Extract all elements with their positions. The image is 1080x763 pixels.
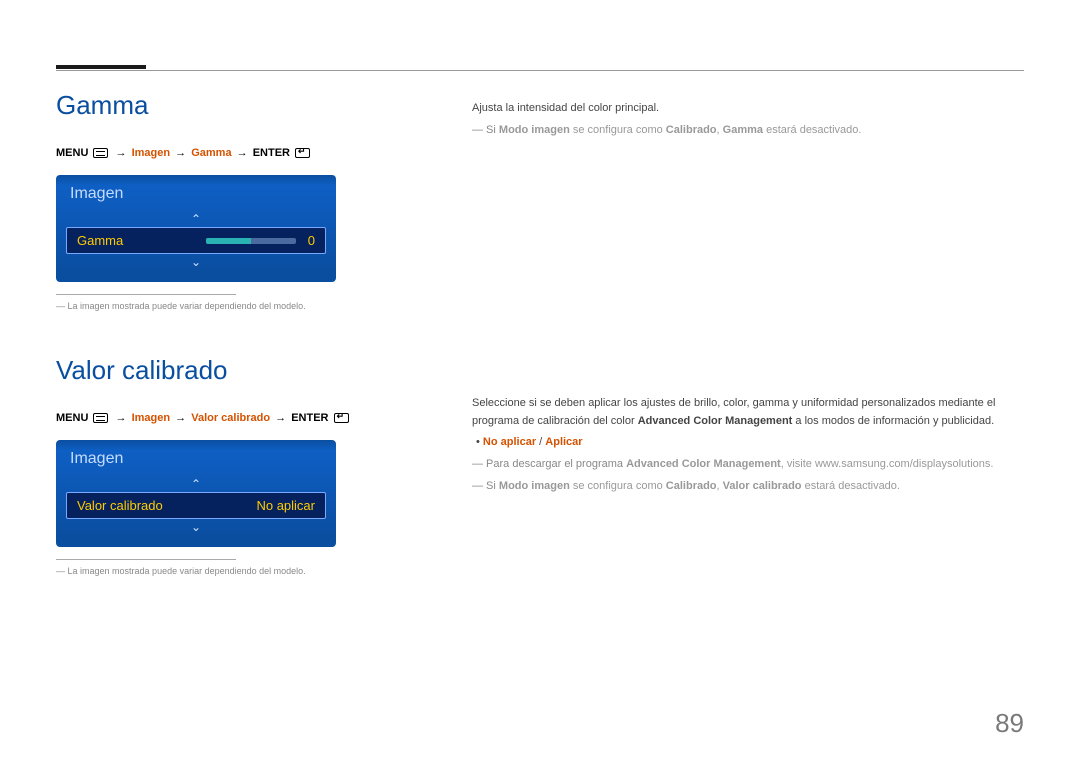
note-bold: Modo imagen <box>499 480 570 492</box>
osd-row-label: Valor calibrado <box>77 498 163 513</box>
section-title-valor: Valor calibrado <box>56 355 386 386</box>
breadcrumb-valor: MENU → Imagen → Valor calibrado → ENTER <box>56 412 386 424</box>
breadcrumb-step: Gamma <box>191 147 231 159</box>
osd-title: Imagen <box>66 448 326 476</box>
footnote-rule <box>56 294 236 295</box>
footnote-text: ― La imagen mostrada puede variar depend… <box>56 566 386 576</box>
menu-label: MENU <box>56 412 88 424</box>
note-bold: Gamma <box>723 124 763 136</box>
osd-row-value: 0 <box>308 233 315 248</box>
desc-bold: Advanced Color Management <box>638 415 793 427</box>
arrow-icon: → <box>173 412 188 424</box>
thick-accent-rule <box>56 65 146 69</box>
right-column: Ajusta la intensidad del color principal… <box>472 60 1024 576</box>
arrow-icon: → <box>114 412 129 424</box>
desc-text: a los modos de información y publicidad. <box>792 415 994 427</box>
osd-title: Imagen <box>66 183 326 211</box>
note-bold: Calibrado <box>666 480 717 492</box>
chevron-up-icon[interactable]: ⌃ <box>66 476 326 492</box>
note-bold: Calibrado <box>666 124 717 136</box>
note-text: , visite www.samsung.com/displaysolution… <box>781 458 994 470</box>
menu-label: MENU <box>56 147 88 159</box>
option-aplicar: Aplicar <box>545 436 582 448</box>
left-column: Gamma MENU → Imagen → Gamma → ENTER Imag… <box>56 60 386 576</box>
note-text: se configura como <box>570 480 666 492</box>
valor-description: Seleccione si se deben aplicar los ajust… <box>472 395 1024 430</box>
section-title-gamma: Gamma <box>56 90 386 121</box>
footnote-rule <box>56 559 236 560</box>
note-bold: Valor calibrado <box>723 480 802 492</box>
valor-note-disabled: ― Si Modo imagen se configura como Calib… <box>472 478 1024 496</box>
note-dash: ― Si <box>472 124 499 136</box>
osd-row-gamma[interactable]: Gamma 0 <box>66 227 326 254</box>
breadcrumb-step: Imagen <box>132 412 171 424</box>
footnote-inner: La imagen mostrada puede variar dependie… <box>68 566 306 576</box>
gamma-description: Ajusta la intensidad del color principal… <box>472 100 1024 118</box>
breadcrumb-gamma: MENU → Imagen → Gamma → ENTER <box>56 147 386 159</box>
note-dash: ― Para descargar el programa <box>472 458 626 470</box>
arrow-icon: → <box>235 147 250 159</box>
chevron-up-icon[interactable]: ⌃ <box>66 211 326 227</box>
osd-panel-valor: Imagen ⌃ Valor calibrado No aplicar ⌄ <box>56 440 336 547</box>
osd-row-value: No aplicar <box>256 498 315 513</box>
note-bold: Advanced Color Management <box>626 458 781 470</box>
note-bold: Modo imagen <box>499 124 570 136</box>
horizontal-rule <box>56 70 1024 71</box>
breadcrumb-step: Imagen <box>132 147 171 159</box>
arrow-icon: → <box>114 147 129 159</box>
enter-icon <box>295 148 310 158</box>
osd-row-valor[interactable]: Valor calibrado No aplicar <box>66 492 326 519</box>
gamma-note: ― Si Modo imagen se configura como Calib… <box>472 122 1024 140</box>
option-no-aplicar: No aplicar <box>483 436 536 448</box>
menu-icon <box>93 413 108 423</box>
osd-panel-gamma: Imagen ⌃ Gamma 0 ⌄ <box>56 175 336 282</box>
enter-icon <box>334 413 349 423</box>
note-text: estará desactivado. <box>802 480 900 492</box>
note-text: estará desactivado. <box>763 124 861 136</box>
page-number: 89 <box>995 708 1024 739</box>
osd-row-label: Gamma <box>77 233 123 248</box>
valor-options: • No aplicar / Aplicar <box>476 434 1024 452</box>
arrow-icon: → <box>273 412 288 424</box>
enter-label: ENTER <box>291 412 328 424</box>
enter-label: ENTER <box>253 147 290 159</box>
footnote-inner: La imagen mostrada puede variar dependie… <box>68 301 306 311</box>
chevron-down-icon[interactable]: ⌄ <box>66 254 326 270</box>
arrow-icon: → <box>173 147 188 159</box>
gamma-slider[interactable] <box>206 238 296 244</box>
option-sep: / <box>536 436 545 448</box>
valor-note-download: ― Para descargar el programa Advanced Co… <box>472 456 1024 474</box>
chevron-down-icon[interactable]: ⌄ <box>66 519 326 535</box>
footnote-text: ― La imagen mostrada puede variar depend… <box>56 301 386 311</box>
bullet-icon: • <box>476 436 483 448</box>
menu-icon <box>93 148 108 158</box>
breadcrumb-step: Valor calibrado <box>191 412 270 424</box>
page-content: Gamma MENU → Imagen → Gamma → ENTER Imag… <box>0 0 1080 576</box>
valor-description-block: Seleccione si se deben aplicar los ajust… <box>472 395 1024 495</box>
note-dash: ― Si <box>472 480 499 492</box>
note-text: se configura como <box>570 124 666 136</box>
